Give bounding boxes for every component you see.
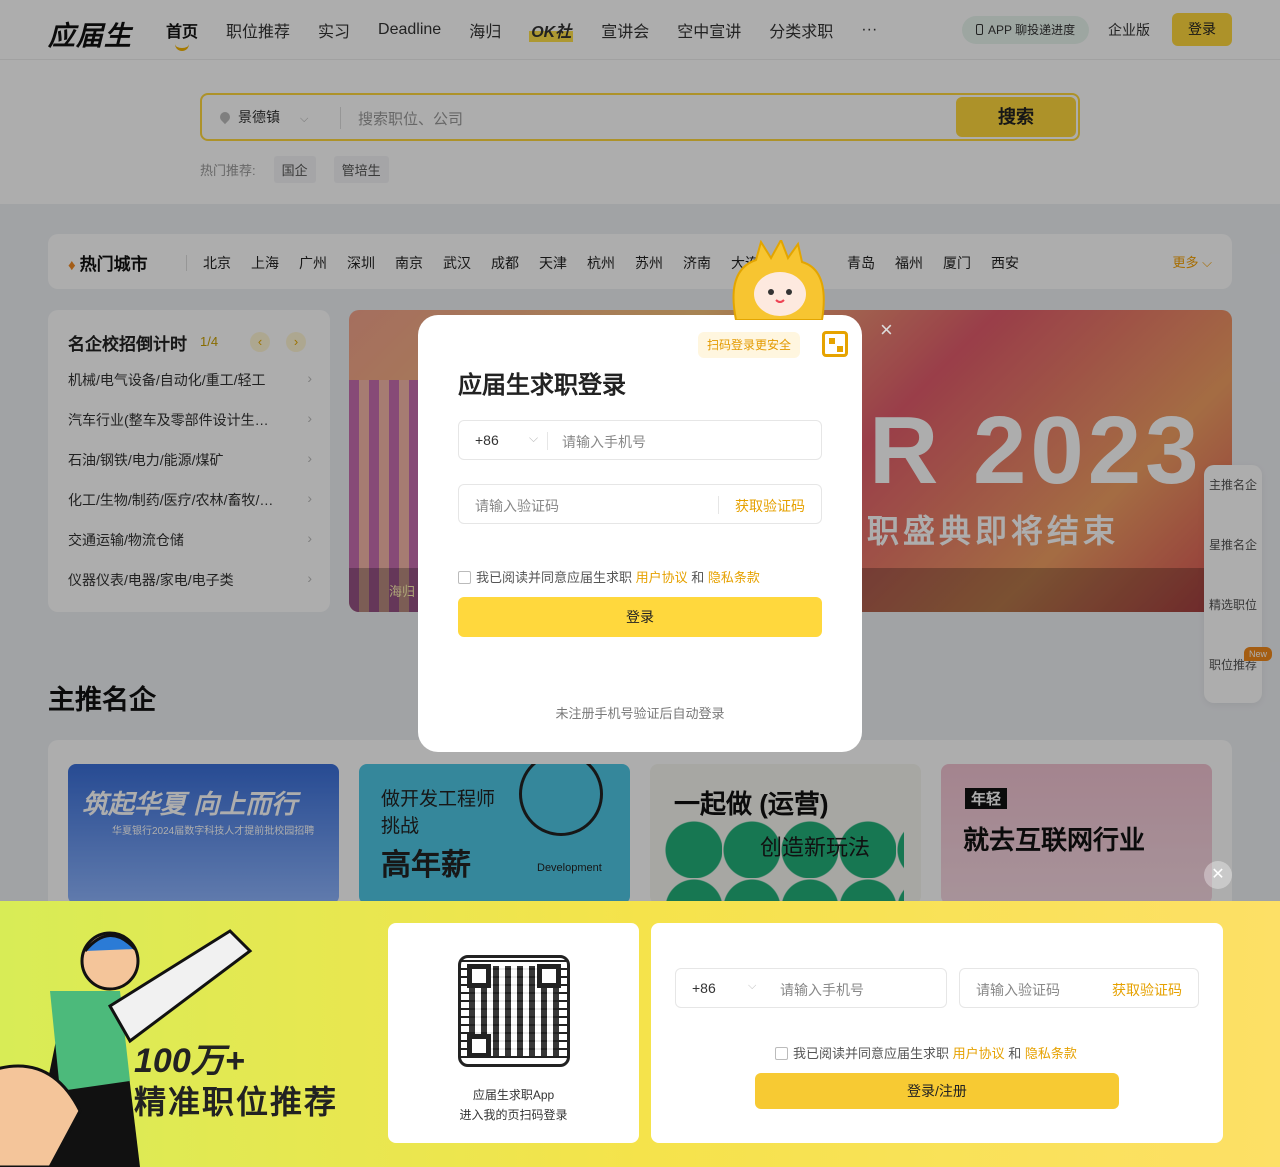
code-field[interactable]: 请输入验证码 获取验证码 [959,968,1199,1008]
qr-code [458,955,570,1067]
code-field: 请输入验证码 获取验证码 [458,484,822,524]
qr-login-card: 应届生求职App 进入我的页扫码登录 [388,923,639,1143]
divider [547,432,548,450]
phone-input[interactable]: 请输入手机号 [562,432,646,452]
phone-input[interactable]: 请输入手机号 [780,980,864,1000]
qr-hint-badge[interactable]: 扫码登录更安全 [698,332,801,358]
login-button[interactable]: 登录 [458,597,822,637]
code-input[interactable]: 请输入验证码 [475,496,559,516]
agree-checkbox[interactable] [775,1047,788,1060]
get-code-button[interactable]: 获取验证码 [735,496,805,516]
modal-title: 应届生求职登录 [458,372,626,399]
divider [718,496,719,514]
chevron-down-icon: ⌵ [748,980,757,992]
phone-login-form: +86 ⌵ 请输入手机号 请输入验证码 获取验证码 我已阅读并同意应届生求职 用… [651,923,1223,1143]
mascot-illustration [732,240,825,320]
user-agreement-link[interactable]: 用户协议 [953,1046,1005,1061]
slogan-number: 100万+ [134,1042,245,1080]
user-agreement-link[interactable]: 用户协议 [636,570,688,585]
agree-checkbox[interactable] [458,571,471,584]
card-headline: 创造新玩法 [760,835,871,860]
agreement: 我已阅读并同意应届生求职 用户协议 和 隐私条款 [775,1043,1077,1062]
qr-instructions: 应届生求职App 进入我的页扫码登录 [459,1088,568,1122]
country-code[interactable]: +86 [475,432,499,448]
chevron-down-icon: ⌵ [529,431,539,445]
country-code[interactable]: +86 [692,980,716,996]
agreement: 我已阅读并同意应届生求职 用户协议 和 隐私条款 [458,567,760,586]
privacy-link[interactable]: 隐私条款 [1025,1046,1077,1061]
login-modal: 应届生求职登录 扫码登录更安全 × +86 ⌵ 请输入手机号 请输入验证码 获取… [418,315,893,752]
close-icon[interactable]: × [880,317,893,343]
phone-field: +86 ⌵ 请输入手机号 [458,420,822,460]
bottom-login-button[interactable]: 登录/注册 [755,1073,1119,1109]
qr-code-icon[interactable] [822,331,848,357]
bottom-login-bar: 100万+ 精准职位推荐 应届生求职App 进入我的页扫码登录 +86 ⌵ 请输入… [0,901,1280,1167]
slogan-text: 精准职位推荐 [134,1084,339,1120]
close-icon[interactable]: ✕ [1204,861,1232,889]
auto-register-hint: 未注册手机号验证后自动登录 [555,706,725,721]
phone-field[interactable]: +86 ⌵ 请输入手机号 [675,968,947,1008]
code-input[interactable]: 请输入验证码 [976,980,1060,1000]
privacy-link[interactable]: 隐私条款 [708,570,760,585]
get-code-button[interactable]: 获取验证码 [1112,980,1182,1000]
